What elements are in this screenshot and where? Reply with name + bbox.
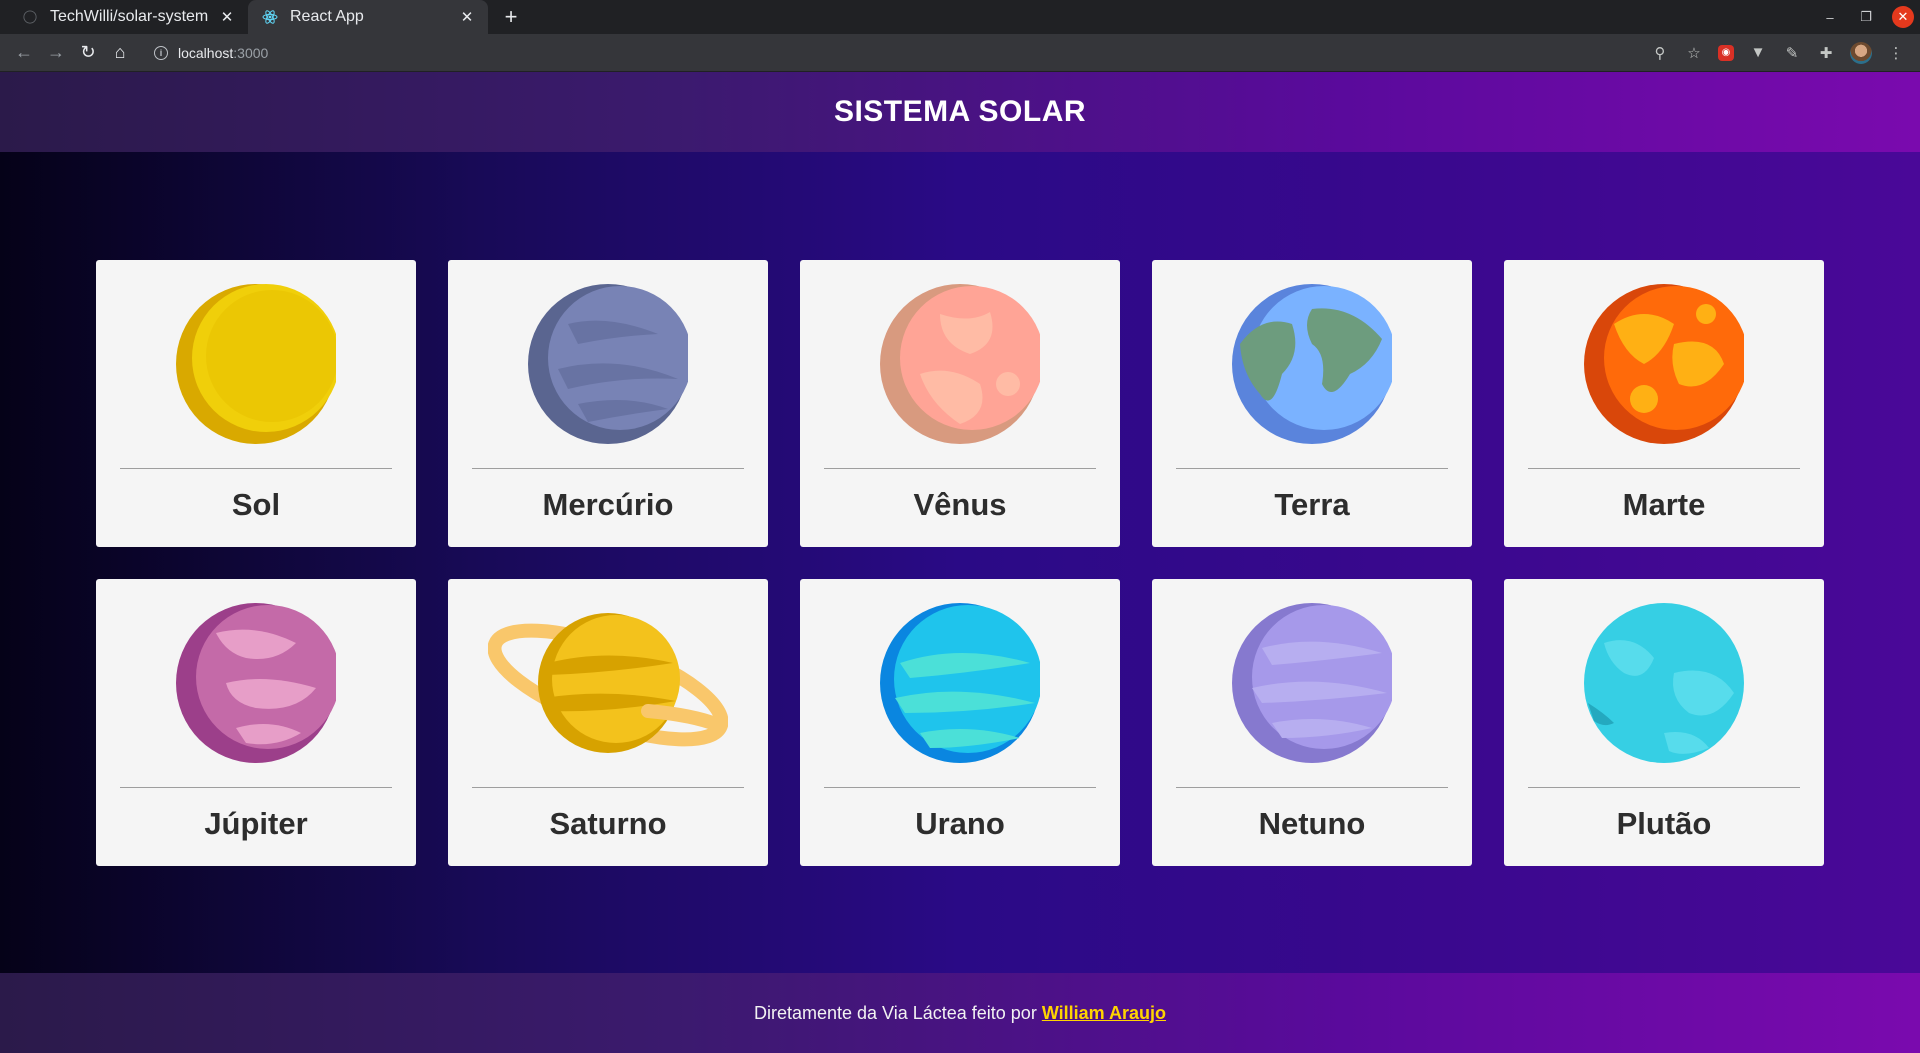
browser-tab-github[interactable]: TechWilli/solar-system ✕: [8, 0, 248, 34]
planet-name: Urano: [915, 806, 1005, 841]
mars-image: [1544, 284, 1784, 444]
planet-card-terra[interactable]: Terra: [1152, 260, 1472, 547]
planet-name: Júpiter: [204, 806, 308, 841]
card-divider: [120, 787, 392, 788]
address-bar[interactable]: i localhost:3000: [144, 38, 1650, 68]
planet-card-mercurio[interactable]: Mercúrio: [448, 260, 768, 547]
planet-card-marte[interactable]: Marte: [1504, 260, 1824, 547]
venus-image: [840, 284, 1080, 444]
tab-title: TechWilli/solar-system: [50, 8, 209, 25]
planet-name: Marte: [1622, 487, 1706, 522]
card-divider: [1528, 468, 1800, 469]
card-divider: [1528, 787, 1800, 788]
planet-name: Netuno: [1258, 806, 1366, 841]
window-controls: – ❐ ✕: [1820, 0, 1914, 34]
extension-icon[interactable]: ✎: [1782, 43, 1802, 63]
home-icon[interactable]: ⌂: [104, 37, 136, 69]
zoom-icon[interactable]: ⚲: [1650, 43, 1670, 63]
planet-name: Saturno: [549, 806, 667, 841]
card-divider: [1176, 787, 1448, 788]
menu-kebab-icon[interactable]: ⋮: [1886, 43, 1906, 63]
neptune-image: [1192, 603, 1432, 763]
forward-icon[interactable]: →: [40, 37, 72, 69]
profile-avatar[interactable]: [1850, 41, 1872, 64]
extensions-puzzle-icon[interactable]: ✚: [1816, 43, 1836, 63]
card-divider: [472, 787, 744, 788]
extension-icon[interactable]: ◉: [1718, 44, 1734, 61]
info-icon[interactable]: i: [154, 45, 168, 60]
app-footer: Diretamente da Via Láctea feito por Will…: [0, 973, 1920, 1053]
card-divider: [824, 468, 1096, 469]
planet-grid-section: Sol Mercúrio Vênus Terra Marte Júpiter S…: [0, 152, 1920, 973]
card-divider: [120, 468, 392, 469]
card-divider: [1176, 468, 1448, 469]
close-icon[interactable]: ✕: [458, 8, 476, 26]
planet-name: Terra: [1274, 487, 1350, 522]
close-icon[interactable]: ✕: [218, 8, 236, 26]
bookmark-star-icon[interactable]: ☆: [1684, 43, 1704, 63]
card-divider: [472, 468, 744, 469]
url-host: localhost: [178, 44, 234, 61]
browser-tab-react-app[interactable]: React App ✕: [248, 0, 488, 34]
planet-name: Sol: [231, 487, 281, 522]
reload-icon[interactable]: ↻: [72, 37, 104, 69]
vue-devtools-icon[interactable]: ▼: [1748, 43, 1768, 63]
minimize-icon[interactable]: –: [1820, 7, 1840, 27]
card-divider: [824, 787, 1096, 788]
planet-card-urano[interactable]: Urano: [800, 579, 1120, 866]
sun-image: [136, 284, 376, 444]
window-close-icon[interactable]: ✕: [1892, 6, 1914, 28]
back-icon[interactable]: ←: [8, 37, 40, 69]
planet-card-netuno[interactable]: Netuno: [1152, 579, 1472, 866]
github-icon: [22, 9, 38, 25]
react-icon: [262, 9, 278, 25]
app-header: SISTEMA SOLAR: [0, 72, 1920, 152]
planet-card-jupiter[interactable]: Júpiter: [96, 579, 416, 866]
mercury-image: [488, 284, 728, 444]
new-tab-button[interactable]: +: [494, 0, 528, 34]
browser-tabbar: TechWilli/solar-system ✕ React App ✕ + –…: [0, 0, 1920, 34]
page: SISTEMA SOLAR Sol Mercúrio Vênus Terra M…: [0, 72, 1920, 1053]
planet-card-venus[interactable]: Vênus: [800, 260, 1120, 547]
author-link[interactable]: William Araujo: [1042, 1003, 1166, 1024]
restore-icon[interactable]: ❐: [1856, 7, 1876, 27]
tab-title: React App: [290, 8, 364, 25]
uranus-image: [840, 603, 1080, 763]
footer-text: Diretamente da Via Láctea feito por: [753, 1002, 1037, 1023]
planet-name: Mercúrio: [542, 487, 674, 522]
earth-image: [1192, 284, 1432, 444]
planet-name: Plutão: [1616, 806, 1712, 841]
page-title: SISTEMA SOLAR: [833, 95, 1087, 128]
pluto-image: [1544, 603, 1784, 763]
planet-name: Vênus: [913, 487, 1007, 522]
saturn-image: [488, 603, 728, 763]
browser-toolbar: ← → ↻ ⌂ i localhost:3000 ⚲ ☆ ◉ ▼ ✎ ✚ ⋮: [0, 34, 1920, 72]
url-port: :3000: [233, 44, 269, 61]
planet-card-saturno[interactable]: Saturno: [448, 579, 768, 866]
planet-card-sol[interactable]: Sol: [96, 260, 416, 547]
toolbar-actions: ⚲ ☆ ◉ ▼ ✎ ✚ ⋮: [1650, 41, 1906, 64]
planet-card-plutao[interactable]: Plutão: [1504, 579, 1824, 866]
planet-grid: Sol Mercúrio Vênus Terra Marte Júpiter S…: [96, 260, 1824, 866]
jupiter-image: [136, 603, 376, 763]
